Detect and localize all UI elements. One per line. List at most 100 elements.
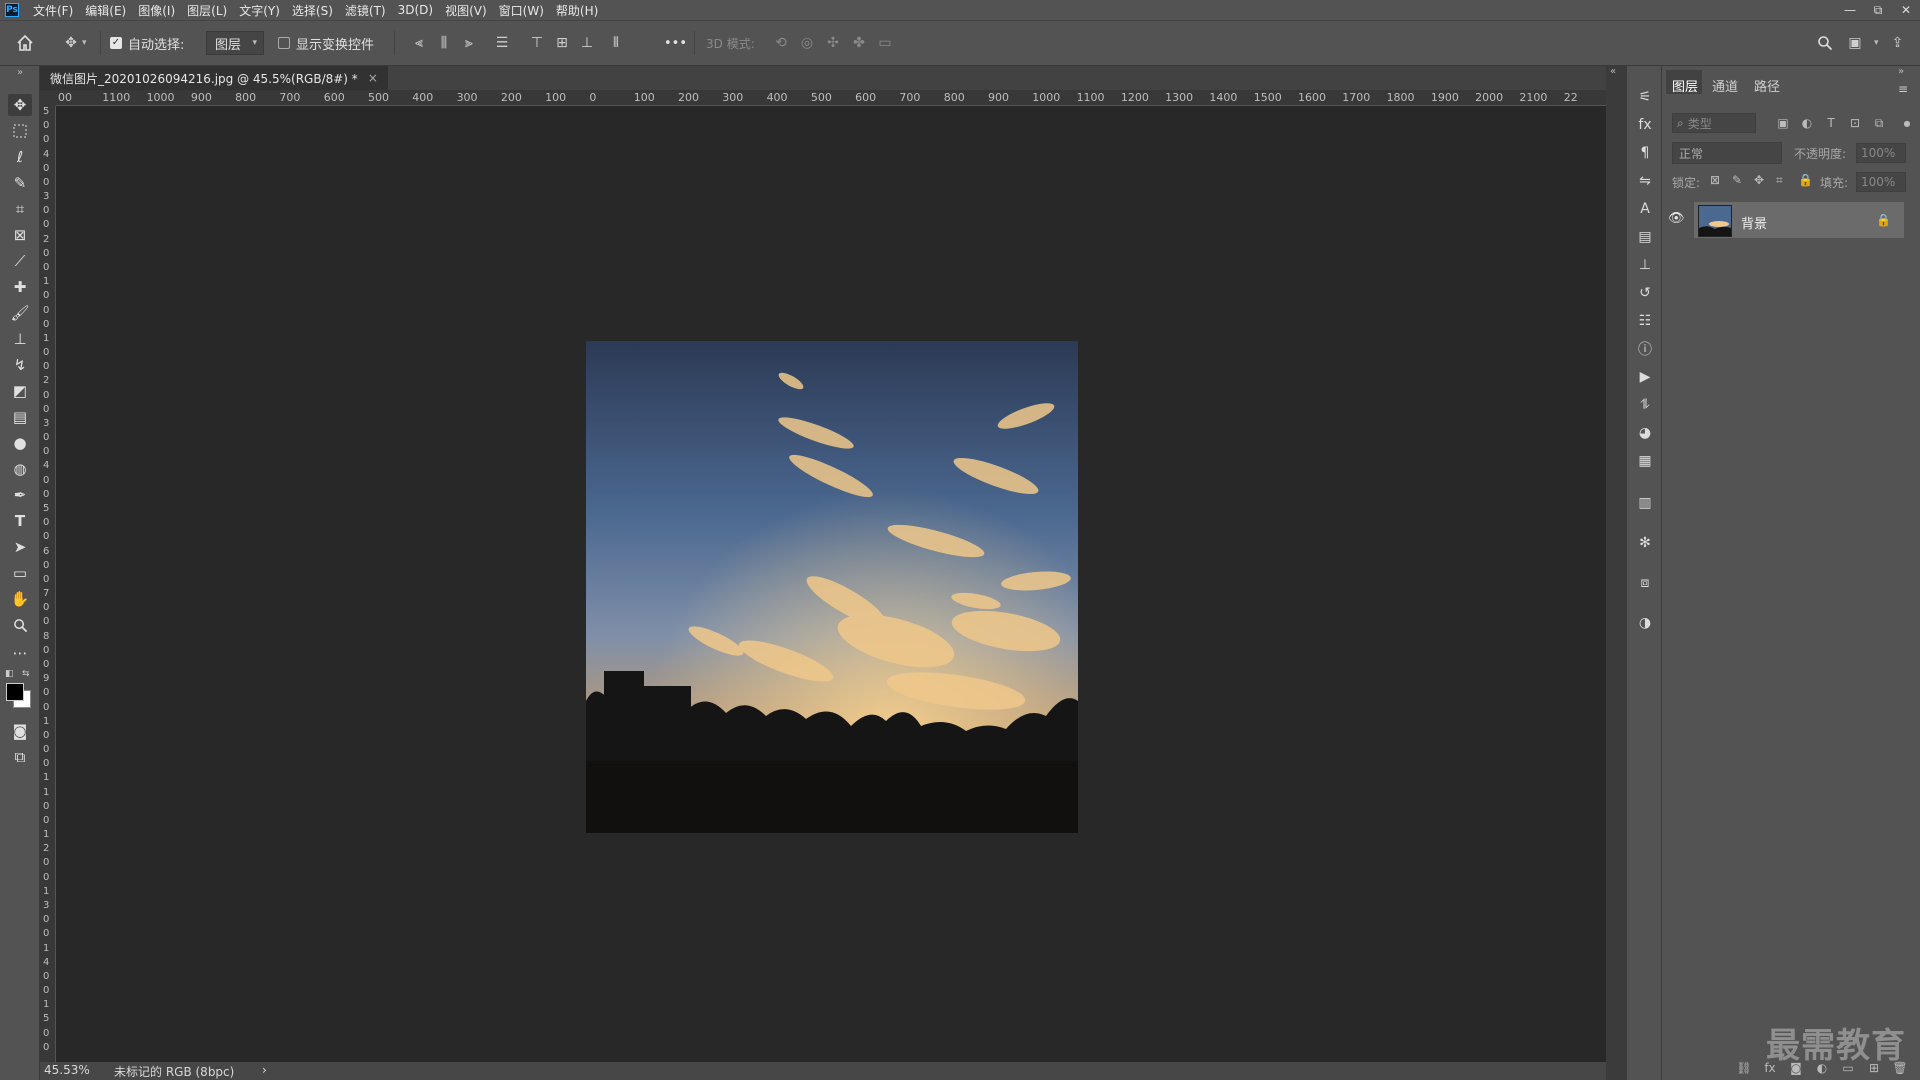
- close-window-button[interactable]: ✕: [1892, 0, 1920, 20]
- navigator-icon[interactable]: ⧈: [1634, 572, 1656, 594]
- healing-brush-tool-icon[interactable]: ✚: [8, 276, 32, 298]
- distribute-vertical-icon[interactable]: ☰: [491, 32, 513, 54]
- restore-button[interactable]: ⧉: [1864, 0, 1892, 20]
- character-icon[interactable]: A: [1634, 198, 1656, 220]
- more-options-button[interactable]: •••: [664, 21, 687, 65]
- quick-selection-tool-icon[interactable]: ✎: [8, 172, 32, 194]
- paragraph-icon[interactable]: ¶: [1634, 142, 1656, 164]
- type-tool-icon[interactable]: T: [8, 510, 32, 532]
- filter-adjustment-icon[interactable]: ◐: [1798, 113, 1816, 133]
- menu-type[interactable]: 文字(Y): [233, 2, 286, 19]
- horizontal-ruler[interactable]: 00 1100 1000 900 800 700 600 500 400 300 200 100 0 10…: [56, 90, 1606, 106]
- minimize-button[interactable]: —: [1836, 0, 1864, 20]
- eraser-tool-icon[interactable]: ◩: [8, 380, 32, 402]
- adjustments-icon[interactable]: ⇋: [1634, 170, 1656, 192]
- 3d-camera-icon[interactable]: ▭: [874, 32, 896, 54]
- screen-mode-icon[interactable]: ⧉: [8, 746, 32, 768]
- ruler-origin[interactable]: [40, 90, 56, 106]
- align-right-icon[interactable]: ⫸: [458, 32, 480, 54]
- crop-tool-icon[interactable]: ⌗: [8, 198, 32, 220]
- filter-smart-object-icon[interactable]: ⧉: [1870, 113, 1888, 133]
- expand-panels-icon[interactable]: »: [1898, 66, 1904, 77]
- tab-layers[interactable]: 图层: [1672, 76, 1698, 95]
- eyedropper-tool-icon[interactable]: ⟋: [8, 250, 32, 272]
- clone-source-icon[interactable]: ⊥: [1634, 254, 1656, 276]
- panel-menu-icon[interactable]: ≡: [1898, 82, 1908, 96]
- edit-toolbar-icon[interactable]: ⋯: [8, 642, 32, 664]
- auto-select-checkbox[interactable]: ✓ 自动选择:: [110, 21, 184, 65]
- collapse-panels-icon[interactable]: «: [1610, 66, 1616, 77]
- notes-icon[interactable]: ▥: [1634, 492, 1656, 514]
- history-brush-tool-icon[interactable]: ↯: [8, 354, 32, 376]
- move-tool-icon[interactable]: ✥: [8, 94, 32, 116]
- blur-tool-icon[interactable]: ●: [8, 432, 32, 454]
- menu-layer[interactable]: 图层(L): [181, 2, 233, 19]
- workspace-icon[interactable]: ▣: [1844, 32, 1866, 54]
- layer-lock-icon[interactable]: 🔒: [1876, 213, 1891, 227]
- channels-mixer-icon[interactable]: ⥮: [1634, 394, 1656, 416]
- align-bottom-icon[interactable]: ⊥: [576, 32, 598, 54]
- align-vertical-center-icon[interactable]: ⊞: [551, 32, 573, 54]
- filter-type-icon[interactable]: T: [1822, 113, 1840, 133]
- properties-icon[interactable]: ☷: [1634, 310, 1656, 332]
- share-icon[interactable]: ⇪: [1887, 32, 1909, 54]
- move-tool-preset[interactable]: ✥ ▾: [60, 21, 86, 65]
- styles-icon[interactable]: fx: [1634, 114, 1656, 136]
- pen-tool-icon[interactable]: ✒: [8, 484, 32, 506]
- table-icon[interactable]: ▦: [1634, 450, 1656, 472]
- align-horizontal-center-icon[interactable]: ⫼: [433, 32, 455, 54]
- menu-3d[interactable]: 3D(D): [392, 3, 439, 17]
- color-icon[interactable]: ◑: [1634, 612, 1656, 634]
- 3d-roll-icon[interactable]: ◎: [796, 32, 818, 54]
- dodge-tool-icon[interactable]: ◍: [8, 458, 32, 480]
- 3d-slide-icon[interactable]: ✤: [848, 32, 870, 54]
- auto-select-target-dropdown[interactable]: 图层 ▾: [206, 31, 265, 55]
- menu-filter[interactable]: 滤镜(T): [339, 2, 392, 19]
- history-icon[interactable]: ↺: [1634, 282, 1656, 304]
- show-transform-checkbox[interactable]: 显示变换控件: [278, 21, 374, 65]
- lock-position-icon[interactable]: ✥: [1754, 173, 1764, 187]
- zoom-level[interactable]: 45.53%: [44, 1063, 90, 1077]
- menu-file[interactable]: 文件(F): [27, 2, 79, 19]
- gradient-tool-icon[interactable]: ▤: [8, 406, 32, 428]
- rectangle-tool-icon[interactable]: ▭: [8, 562, 32, 584]
- lock-all-icon[interactable]: 🔒: [1798, 173, 1813, 187]
- info-icon[interactable]: ⓘ: [1634, 338, 1656, 360]
- zoom-tool-icon[interactable]: [8, 614, 32, 636]
- default-colors-icon[interactable]: ◧: [5, 669, 14, 679]
- opacity-input[interactable]: 100%: [1856, 143, 1906, 163]
- foreground-color-swatch[interactable]: [6, 683, 24, 701]
- link-layers-icon[interactable]: ⛓: [1734, 1059, 1754, 1077]
- align-left-icon[interactable]: ⫷: [408, 32, 430, 54]
- brush-tool-icon[interactable]: 🖌: [8, 302, 32, 324]
- filter-pixel-icon[interactable]: ▣: [1774, 113, 1792, 133]
- lasso-tool-icon[interactable]: ℓ: [8, 146, 32, 168]
- path-selection-tool-icon[interactable]: ➤: [8, 536, 32, 558]
- blend-mode-dropdown[interactable]: 正常: [1672, 142, 1782, 164]
- search-icon[interactable]: [1814, 32, 1836, 54]
- home-button[interactable]: [16, 21, 34, 65]
- actions-play-icon[interactable]: ▶: [1634, 366, 1656, 388]
- collapse-toolbar-icon[interactable]: »: [8, 66, 32, 78]
- 3d-pan-icon[interactable]: ✣: [822, 32, 844, 54]
- document-image[interactable]: [586, 341, 1078, 833]
- lock-transparent-icon[interactable]: ⊠: [1710, 173, 1720, 187]
- menu-image[interactable]: 图像(I): [132, 2, 181, 19]
- hand-tool-icon[interactable]: ✋: [8, 588, 32, 610]
- 3d-orbit-icon[interactable]: ⟲: [770, 32, 792, 54]
- filter-shape-icon[interactable]: ⊡: [1846, 113, 1864, 133]
- close-document-icon[interactable]: ×: [368, 71, 378, 85]
- menu-edit[interactable]: 编辑(E): [79, 2, 132, 19]
- swatches-icon[interactable]: ◕: [1634, 422, 1656, 444]
- menu-view[interactable]: 视图(V): [439, 2, 493, 19]
- menu-window[interactable]: 窗口(W): [493, 2, 550, 19]
- menu-help[interactable]: 帮助(H): [550, 2, 604, 19]
- tab-paths[interactable]: 路径: [1754, 76, 1780, 95]
- distribute-horizontal-icon[interactable]: ⫴: [605, 32, 627, 54]
- timeline-gear-icon[interactable]: ✻: [1634, 532, 1656, 554]
- clone-stamp-tool-icon[interactable]: ⊥: [8, 328, 32, 350]
- visibility-eye-icon[interactable]: 👁: [1668, 211, 1685, 226]
- lock-artboard-icon[interactable]: ⌗: [1776, 173, 1783, 188]
- quick-mask-icon[interactable]: ◙: [8, 720, 32, 742]
- marquee-tool-icon[interactable]: [8, 120, 32, 142]
